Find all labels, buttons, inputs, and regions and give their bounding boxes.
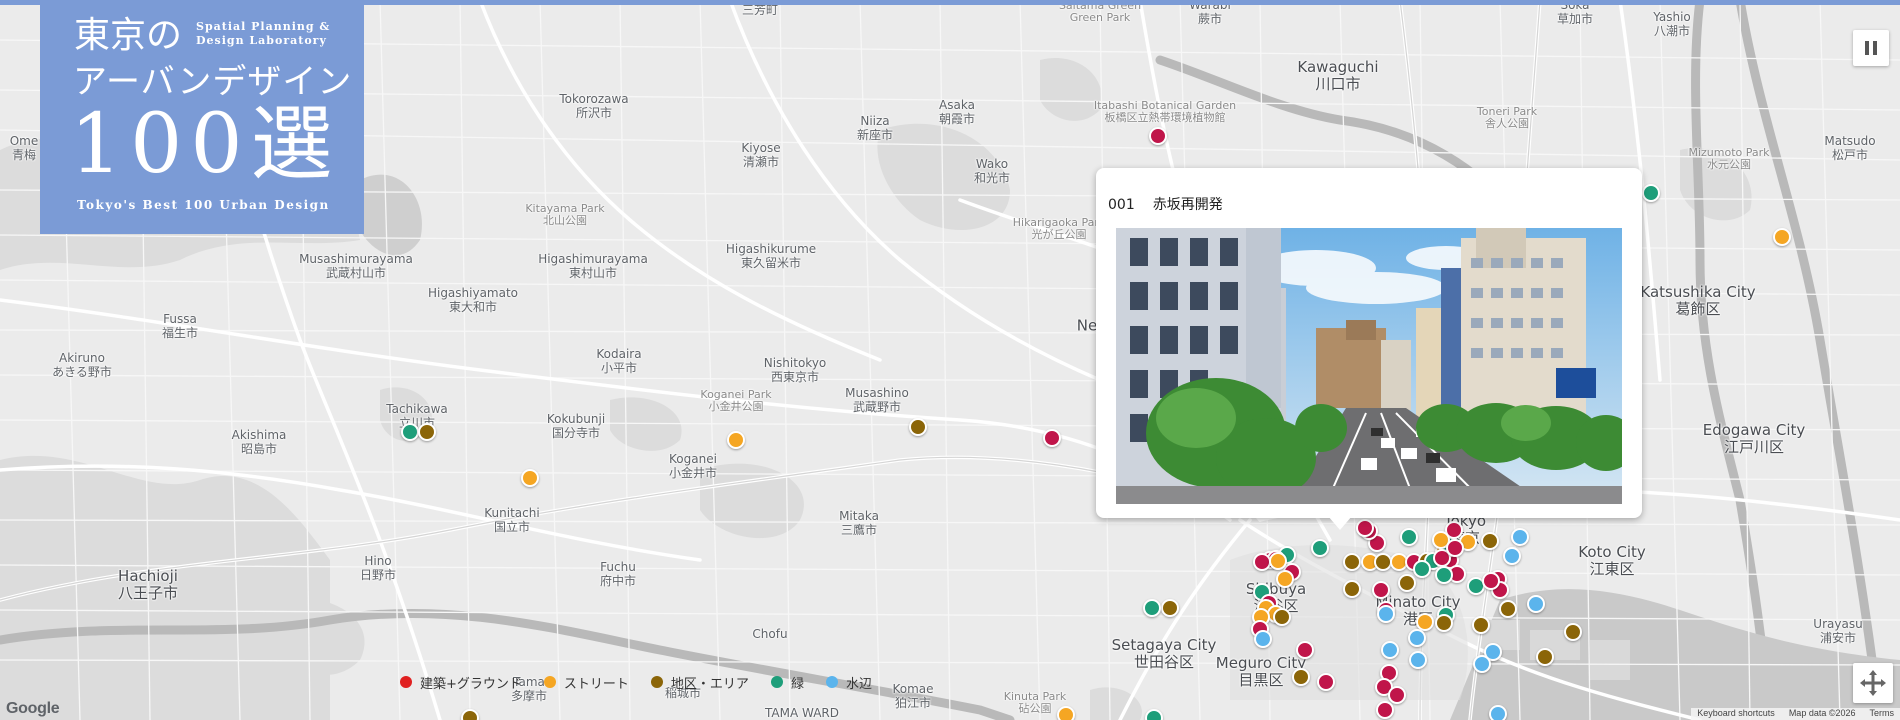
map-marker[interactable] xyxy=(1482,572,1500,590)
map-marker[interactable] xyxy=(909,418,927,436)
logo-subtitle: Tokyo's Best 100 Urban Design xyxy=(77,198,330,212)
legend-label: 緑 xyxy=(790,676,804,692)
info-window-title: 001 赤坂再開発 xyxy=(1108,194,1241,214)
map-marker[interactable] xyxy=(1356,519,1374,537)
map-marker[interactable] xyxy=(401,423,419,441)
legend-dot xyxy=(825,676,838,688)
map-marker[interactable] xyxy=(1143,599,1161,617)
logo-lab-line2: Design Laboratory xyxy=(196,34,327,47)
map-marker[interactable] xyxy=(1254,630,1272,648)
map-marker[interactable] xyxy=(1276,570,1294,588)
info-window[interactable]: 001 赤坂再開発 xyxy=(1096,168,1642,530)
map-marker[interactable] xyxy=(1381,641,1399,659)
info-window-name: 赤坂再開発 xyxy=(1152,197,1223,213)
map-marker[interactable] xyxy=(1489,705,1507,720)
logo-title-line2: アーバンデザイン xyxy=(73,62,353,102)
map-marker[interactable] xyxy=(1317,673,1335,691)
fullscreen-button[interactable] xyxy=(1853,663,1893,703)
map-marker[interactable] xyxy=(1400,528,1418,546)
map-marker[interactable] xyxy=(1343,580,1361,598)
map-marker[interactable] xyxy=(1527,595,1545,613)
legend-dot xyxy=(770,676,783,688)
legend-item-waterfront[interactable]: 水辺 xyxy=(825,673,872,692)
pause-button[interactable] xyxy=(1853,30,1889,66)
map-marker[interactable] xyxy=(1376,701,1394,719)
map-marker[interactable] xyxy=(1273,608,1291,626)
map-marker[interactable] xyxy=(1343,553,1361,571)
logo-lab-name: Spatial Planning & Design Laboratory xyxy=(196,20,330,48)
legend-label: 水辺 xyxy=(845,676,872,692)
map-marker[interactable] xyxy=(1435,614,1453,632)
map-marker[interactable] xyxy=(1481,532,1499,550)
legend-dot xyxy=(400,676,412,688)
map-marker[interactable] xyxy=(1473,655,1491,673)
map-marker[interactable] xyxy=(1145,709,1163,720)
map-marker[interactable] xyxy=(1269,552,1287,570)
info-window-photo[interactable] xyxy=(1116,228,1622,504)
category-legend: 建築+グラウンド ストリート 地区・エリア 緑 水辺 xyxy=(400,672,894,692)
map-marker[interactable] xyxy=(521,469,539,487)
legend-label: 建築+グラウンド xyxy=(420,676,522,692)
map-data-text: Map data ©2026 xyxy=(1788,708,1856,718)
map-marker[interactable] xyxy=(1413,560,1431,578)
map-marker[interactable] xyxy=(1408,629,1426,647)
map-marker[interactable] xyxy=(1409,651,1427,669)
legend-dot xyxy=(650,676,663,688)
map-marker[interactable] xyxy=(1642,184,1660,202)
map-marker[interactable] xyxy=(1499,600,1517,618)
google-logo[interactable]: Google xyxy=(6,700,60,718)
map-marker[interactable] xyxy=(1149,127,1167,145)
logo-title-line1: 東京の xyxy=(74,15,183,56)
street-photo-image xyxy=(1116,228,1622,504)
map-marker[interactable] xyxy=(1503,547,1521,565)
map-marker[interactable] xyxy=(1043,429,1061,447)
map-marker[interactable] xyxy=(461,709,479,720)
keyboard-shortcuts-link[interactable]: Keyboard shortcuts xyxy=(1697,708,1775,720)
legend-item-architecture[interactable]: 建築+グラウンド xyxy=(400,673,522,692)
map-marker[interactable] xyxy=(1511,528,1529,546)
map-marker[interactable] xyxy=(1446,539,1464,557)
map-marker[interactable] xyxy=(1311,539,1329,557)
legend-dot xyxy=(543,676,556,688)
info-window-number: 001 xyxy=(1108,197,1135,213)
legend-item-green[interactable]: 緑 xyxy=(770,673,804,692)
map-marker[interactable] xyxy=(1564,623,1582,641)
map-attribution: Keyboard shortcuts Map data ©2026 Terms xyxy=(1691,708,1900,720)
fullscreen-icon xyxy=(1860,670,1886,696)
map-marker[interactable] xyxy=(1161,599,1179,617)
map-marker[interactable] xyxy=(1296,641,1314,659)
map-marker[interactable] xyxy=(1292,668,1310,686)
logo-title-line3: 100選 xyxy=(70,97,341,192)
legend-label: ストリート xyxy=(563,676,629,692)
terms-link[interactable]: Terms xyxy=(1870,708,1895,720)
info-window-pointer xyxy=(1328,516,1352,530)
map-marker[interactable] xyxy=(1773,228,1791,246)
logo-lab-line1: Spatial Planning & xyxy=(196,20,331,33)
site-logo[interactable]: 東京の Spatial Planning & Design Laboratory… xyxy=(40,0,364,234)
legend-item-area[interactable]: 地区・エリア xyxy=(650,673,749,692)
map-marker[interactable] xyxy=(1377,605,1395,623)
map-marker[interactable] xyxy=(1536,648,1554,666)
legend-label: 地区・エリア xyxy=(670,676,749,692)
map-marker[interactable] xyxy=(1057,706,1075,720)
map-marker[interactable] xyxy=(1388,686,1406,704)
map-marker[interactable] xyxy=(1435,566,1453,584)
map-marker[interactable] xyxy=(1372,581,1390,599)
legend-item-street[interactable]: ストリート xyxy=(543,673,629,692)
map-marker[interactable] xyxy=(1472,616,1490,634)
map-marker[interactable] xyxy=(418,423,436,441)
map-marker[interactable] xyxy=(1398,574,1416,592)
map-marker[interactable] xyxy=(727,431,745,449)
